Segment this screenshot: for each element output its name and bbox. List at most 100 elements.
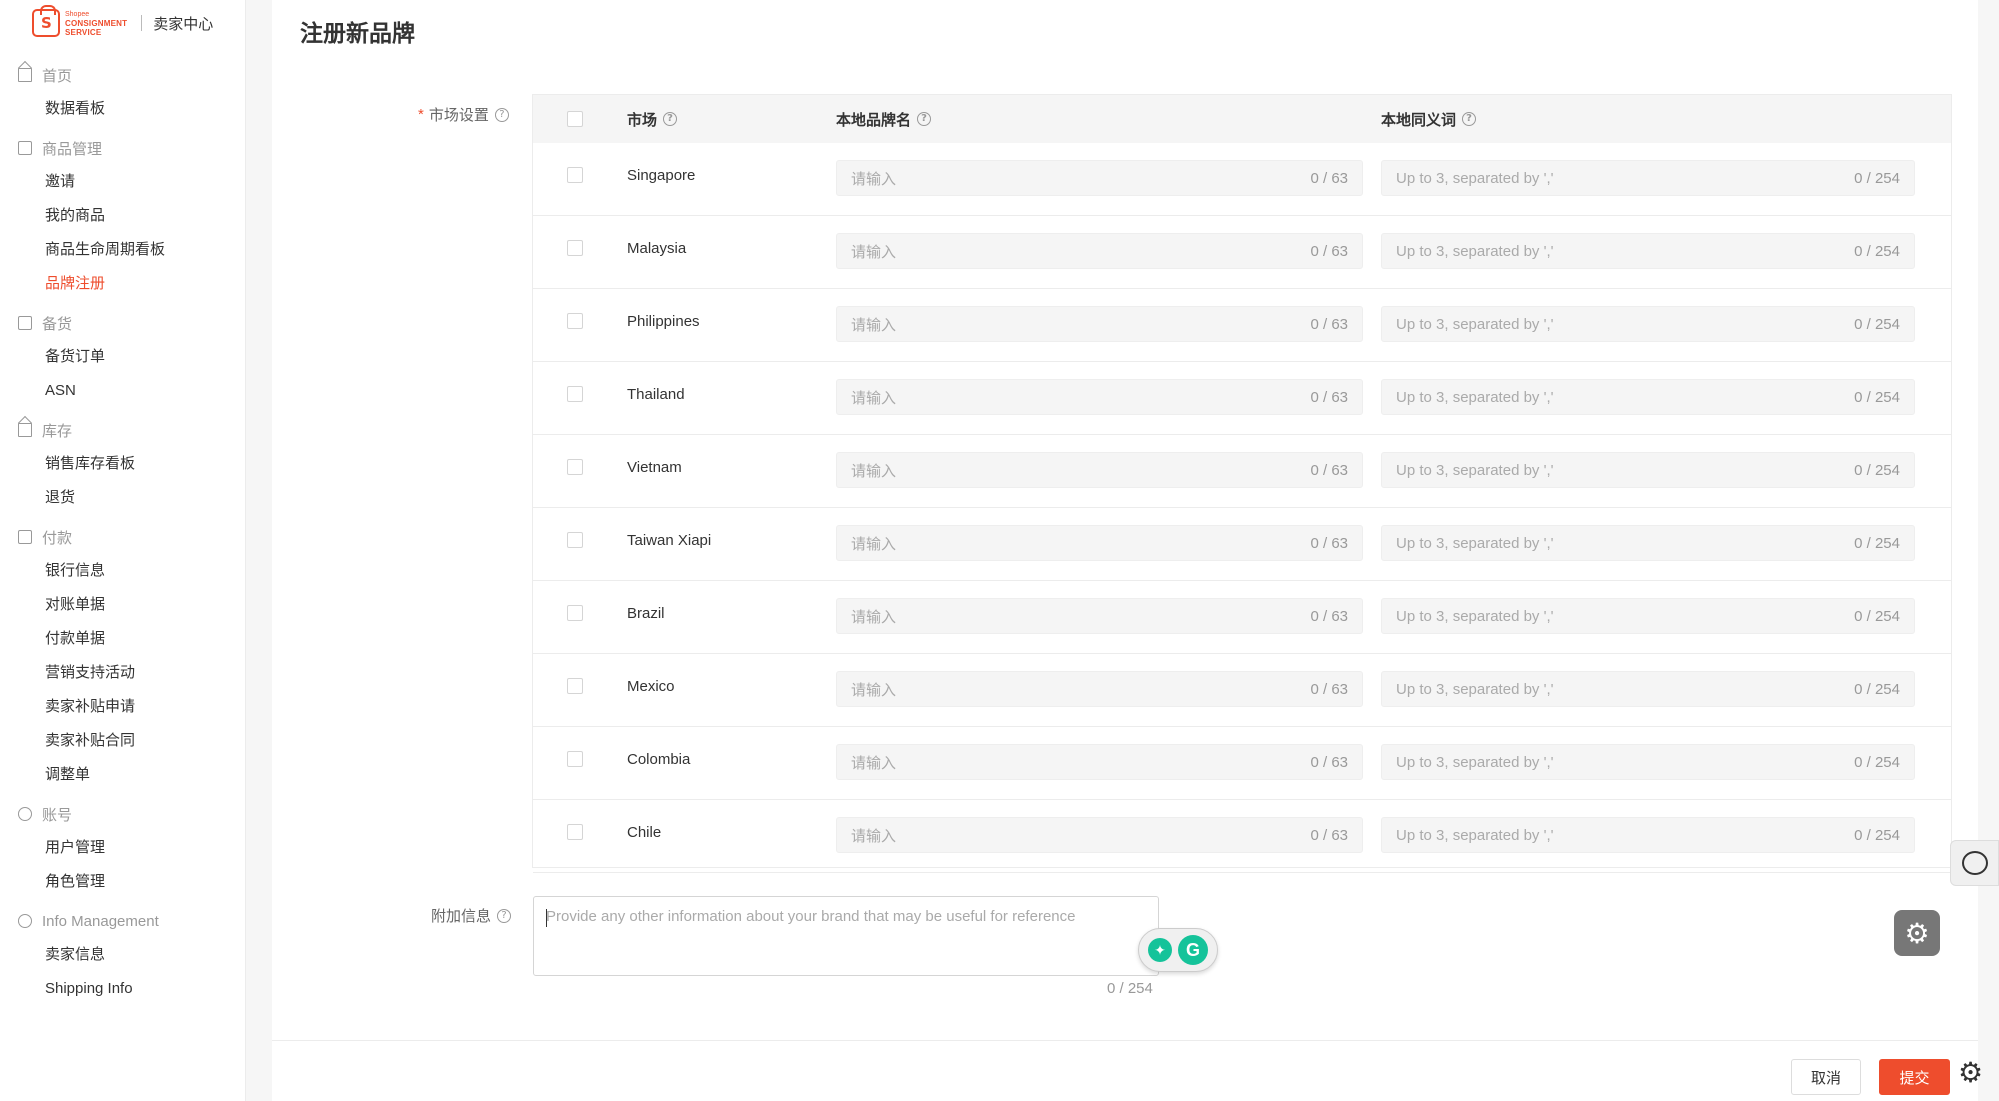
row-checkbox[interactable] [567,167,583,183]
seller-center-title: 卖家中心 [153,15,214,33]
local-synonym-counter: 0 / 254 [1854,826,1900,844]
local-synonym-input[interactable]: Up to 3, separated by ',' 0 / 254 [1381,671,1915,707]
local-synonym-input[interactable]: Up to 3, separated by ',' 0 / 254 [1381,160,1915,196]
sidebar-item[interactable]: 调整单 [0,764,246,786]
row-checkbox[interactable] [567,386,583,402]
sidebar-item[interactable]: 商品生命周期看板 [0,239,246,261]
row-checkbox[interactable] [567,751,583,767]
sidebar-item[interactable]: 营销支持活动 [0,662,246,684]
sidebar-item[interactable]: ASN [0,380,246,402]
local-synonym-placeholder: Up to 3, separated by ',' [1396,169,1554,187]
sidebar-item[interactable]: 卖家补贴申请 [0,696,246,718]
local-brand-input[interactable]: 请输入 0 / 63 [836,817,1363,853]
nav-group-label: 库存 [42,422,73,440]
local-synonym-counter: 0 / 254 [1854,315,1900,333]
sidebar-item[interactable]: 我的商品 [0,205,246,227]
row-checkbox[interactable] [567,532,583,548]
local-brand-input[interactable]: 请输入 0 / 63 [836,525,1363,561]
sidebar-item[interactable]: 数据看板 [0,98,246,120]
sidebar-item[interactable]: 备货订单 [0,346,246,368]
row-checkbox[interactable] [567,240,583,256]
sidebar-item[interactable]: 邀请 [0,171,246,193]
sidebar-item[interactable]: 付款单据 [0,628,246,650]
logo-line3: SERVICE [65,27,102,37]
local-synonym-placeholder: Up to 3, separated by ',' [1396,388,1554,406]
nav-group-label: 商品管理 [42,140,103,158]
row-checkbox[interactable] [567,313,583,329]
help-icon[interactable]: ? [497,908,512,923]
row-checkbox[interactable] [567,824,583,840]
local-brand-input[interactable]: 请输入 0 / 63 [836,452,1363,488]
local-synonym-counter: 0 / 254 [1854,242,1900,260]
sidebar-item[interactable]: 对账单据 [0,594,246,616]
row-checkbox[interactable] [567,678,583,694]
local-brand-input[interactable]: 请输入 0 / 63 [836,744,1363,780]
row-checkbox[interactable] [567,605,583,621]
local-brand-counter: 0 / 63 [1310,315,1348,333]
header-market-label: 市场 [627,111,658,129]
header-local-synonym: 本地同义词 ? [1381,95,1477,143]
sidebar-item[interactable]: 银行信息 [0,560,246,582]
lightbulb-icon[interactable]: ✦ [1148,938,1172,962]
sidebar-item[interactable]: 销售库存看板 [0,453,246,475]
sidebar-item[interactable]: 退货 [0,487,246,509]
gear-icon[interactable]: ⚙ [1958,1058,1988,1088]
logo[interactable]: Shopee CONSIGNMENT SERVICE 卖家中心 [32,5,214,38]
sidebar-item[interactable]: Shipping Info [0,978,246,1000]
account-icon [18,807,32,821]
sidebar-item[interactable]: 用户管理 [0,837,246,859]
required-mark: * [418,106,424,123]
local-synonym-input[interactable]: Up to 3, separated by ',' 0 / 254 [1381,525,1915,561]
local-brand-input[interactable]: 请输入 0 / 63 [836,598,1363,634]
nav-group-title: 账号 [0,803,246,825]
grammarly-widget[interactable]: ✦ G [1138,928,1218,972]
nav-group-label: 首页 [42,67,73,85]
table-row: Malaysia 请输入 0 / 63 Up to 3, separated by '… [533,216,1951,289]
sidebar-nav: 首页数据看板商品管理邀请我的商品商品生命周期看板 品牌注册备货备货订单 ASN 库存销… [0,64,246,1017]
logo-line1: Shopee [65,10,90,18]
market-table: 市场 ? 本地品牌名 ? 本地同义词 ? Singapore 请输入 0 / 63 U… [532,94,1952,873]
local-synonym-input[interactable]: Up to 3, separated by ',' 0 / 254 [1381,233,1915,269]
extra-info-textarea[interactable]: Provide any other information about your… [533,896,1159,976]
logo-divider [141,15,143,31]
cancel-button[interactable]: 取消 [1791,1059,1861,1095]
local-synonym-input[interactable]: Up to 3, separated by ',' 0 / 254 [1381,379,1915,415]
local-brand-input[interactable]: 请输入 0 / 63 [836,306,1363,342]
market-name: Taiwan Xiapi [627,532,712,549]
local-synonym-placeholder: Up to 3, separated by ',' [1396,461,1554,479]
local-synonym-input[interactable]: Up to 3, separated by ',' 0 / 254 [1381,817,1915,853]
grammarly-icon[interactable]: G [1178,935,1208,965]
local-synonym-counter: 0 / 254 [1854,753,1900,771]
local-brand-input[interactable]: 请输入 0 / 63 [836,160,1363,196]
submit-button[interactable]: 提交 [1879,1059,1950,1095]
local-synonym-input[interactable]: Up to 3, separated by ',' 0 / 254 [1381,598,1915,634]
sidebar-item[interactable]: 卖家补贴合同 [0,730,246,752]
help-icon[interactable]: ? [917,112,932,126]
settings-float-button[interactable]: ⚙ [1894,910,1940,956]
select-all-checkbox[interactable] [567,95,583,143]
sidebar-item[interactable]: 角色管理 [0,871,246,893]
local-synonym-input[interactable]: Up to 3, separated by ',' 0 / 254 [1381,744,1915,780]
local-synonym-placeholder: Up to 3, separated by ',' [1396,753,1554,771]
local-brand-input[interactable]: 请输入 0 / 63 [836,233,1363,269]
local-synonym-placeholder: Up to 3, separated by ',' [1396,242,1554,260]
help-icon[interactable]: ? [494,107,509,122]
help-icon[interactable]: ? [1462,112,1477,126]
local-synonym-counter: 0 / 254 [1854,388,1900,406]
nav-group: 账号用户管理角色管理 [0,803,246,893]
header-local-brand: 本地品牌名 ? [836,95,932,143]
logo-line2: CONSIGNMENT [65,18,128,28]
box-icon [18,141,32,155]
help-icon[interactable]: ? [663,112,678,126]
sidebar-item[interactable]: 品牌注册 [0,273,246,295]
row-checkbox[interactable] [567,459,583,475]
sidebar-item[interactable]: 卖家信息 [0,944,246,966]
chat-support-button[interactable] [1950,840,1999,886]
local-synonym-input[interactable]: Up to 3, separated by ',' 0 / 254 [1381,452,1915,488]
local-synonym-placeholder: Up to 3, separated by ',' [1396,826,1554,844]
market-name: Mexico [627,678,675,695]
local-synonym-input[interactable]: Up to 3, separated by ',' 0 / 254 [1381,306,1915,342]
local-brand-input[interactable]: 请输入 0 / 63 [836,379,1363,415]
nav-group-title: 备货 [0,312,246,334]
local-brand-input[interactable]: 请输入 0 / 63 [836,671,1363,707]
